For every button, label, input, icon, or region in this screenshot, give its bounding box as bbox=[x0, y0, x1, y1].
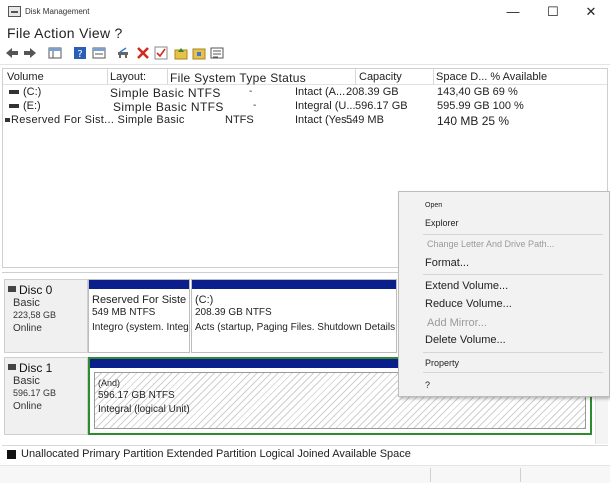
cell-volume: (E:) bbox=[23, 100, 41, 112]
minimize-button[interactable]: — bbox=[494, 2, 532, 22]
menu-bar[interactable]: File Action View ? bbox=[0, 24, 610, 42]
drive-icon bbox=[9, 90, 19, 94]
partition-size: 596.17 GB NTFS bbox=[98, 390, 175, 401]
disk-state: Online bbox=[13, 323, 42, 334]
folder-open-icon[interactable] bbox=[192, 46, 206, 60]
status-divider bbox=[520, 468, 521, 482]
partition-c[interactable]: (C:) 208.39 GB NTFS Acts (startup, Pagin… bbox=[191, 279, 397, 353]
menu-separator bbox=[423, 352, 603, 353]
partition-bar bbox=[89, 280, 189, 289]
column-divider[interactable] bbox=[167, 69, 168, 85]
back-arrow-icon[interactable] bbox=[5, 46, 19, 60]
disk-size: 223,58 GB bbox=[13, 310, 57, 320]
forward-arrow-icon[interactable] bbox=[23, 46, 37, 60]
legend: Unallocated Primary Partition Extended P… bbox=[2, 445, 608, 463]
check-icon[interactable] bbox=[154, 46, 168, 60]
menu-bar-labels[interactable]: File Action View ? bbox=[7, 25, 123, 41]
cell-capacity: 208.39 GB bbox=[346, 86, 399, 98]
menu-item-format[interactable]: Format... bbox=[425, 257, 469, 269]
cell-capacity: 549 MB bbox=[346, 114, 384, 126]
disk-title: Disc 0 bbox=[19, 283, 53, 297]
disk-1-label[interactable]: Disc 1 Basic 596.17 GB Online bbox=[4, 357, 88, 435]
context-menu: Ореп Explorer Change Letter And Drive Pa… bbox=[398, 191, 610, 397]
menu-item-explorer[interactable]: Explorer bbox=[425, 218, 459, 228]
drive-icon bbox=[5, 118, 10, 122]
cell-space: 140 MB 25 % bbox=[437, 114, 510, 128]
menu-item-delete-volume[interactable]: Delete Volume... bbox=[425, 334, 506, 346]
cell-space: 143,40 GB 69 % bbox=[437, 86, 518, 98]
partition-name: (And) bbox=[98, 378, 121, 388]
connect-icon[interactable] bbox=[116, 46, 130, 60]
delete-icon[interactable] bbox=[136, 46, 150, 60]
disk-0-label[interactable]: Disc 0 Basic 223,58 GB Online bbox=[4, 279, 88, 353]
disk-size: 596.17 GB bbox=[13, 388, 57, 398]
table-row[interactable]: (E:) Simple Basic NTFS - Integral (U... … bbox=[3, 100, 607, 114]
properties-icon[interactable] bbox=[92, 46, 106, 60]
cell-fs: - bbox=[253, 100, 257, 111]
partition-status: Acts (startup, Paging Files. Shutdown De… bbox=[195, 322, 396, 333]
column-capacity[interactable]: Capacity bbox=[359, 71, 402, 83]
toolbar: ? bbox=[0, 43, 610, 65]
menu-separator bbox=[423, 234, 603, 235]
menu-separator bbox=[423, 274, 603, 275]
partition-bar bbox=[192, 280, 396, 289]
window-title: Disk Management bbox=[25, 7, 90, 16]
cell-layout: Simple Basic NTFS bbox=[113, 100, 224, 114]
menu-item-extend-volume[interactable]: Extend Volume... bbox=[425, 280, 508, 292]
folder-up-icon[interactable] bbox=[174, 46, 188, 60]
partition-status: Integro (system. Integro bbox=[92, 322, 190, 333]
menu-item-help[interactable]: ? bbox=[425, 380, 430, 390]
cell-space: 595.99 GB 100 % bbox=[437, 100, 524, 112]
cell-fs: - bbox=[249, 86, 253, 97]
column-layout[interactable]: Layout: bbox=[110, 71, 146, 83]
partition-name: Reserved For Siste bbox=[92, 294, 187, 306]
menu-separator bbox=[423, 372, 603, 373]
menu-item-add-mirror[interactable]: Add Mirror... bbox=[427, 317, 487, 329]
column-fs-type-status[interactable]: File System Type Status bbox=[170, 71, 306, 85]
cell-capacity: 596.17 GB bbox=[355, 100, 408, 112]
legend-swatch-unallocated bbox=[7, 450, 16, 459]
legend-text: Unallocated Primary Partition Extended P… bbox=[21, 448, 411, 460]
status-divider bbox=[430, 468, 431, 482]
menu-item-reduce-volume[interactable]: Reduce Volume... bbox=[425, 298, 512, 310]
volume-list-header: Volume Layout: File System Type Status C… bbox=[3, 69, 607, 85]
drive-icon bbox=[9, 104, 19, 108]
disk-state: Online bbox=[13, 401, 42, 412]
disk-icon bbox=[8, 286, 16, 292]
partition-status: Integral (logical Unit) bbox=[98, 404, 190, 415]
menu-item-open[interactable]: Ореп bbox=[425, 202, 442, 209]
help-icon[interactable]: ? bbox=[73, 46, 87, 60]
table-row[interactable]: (C:) Simple Basic NTFS - Intact (A... 20… bbox=[3, 86, 607, 100]
cell-status: Intact (A... bbox=[295, 86, 346, 98]
column-divider[interactable] bbox=[107, 69, 108, 85]
cell-volume: Reserved For Sist... Simple Basic bbox=[11, 114, 185, 126]
menu-item-property[interactable]: Property bbox=[425, 358, 459, 368]
cell-layout: Simple Basic NTFS bbox=[110, 86, 221, 100]
partition-size: 549 MB NTFS bbox=[92, 307, 156, 318]
disk-type: Basic bbox=[13, 375, 40, 387]
maximize-button[interactable]: ☐ bbox=[534, 2, 572, 22]
list-view-icon[interactable] bbox=[210, 46, 224, 60]
menu-item-change-letter[interactable]: Change Letter And Drive Path... bbox=[427, 239, 554, 249]
partition-reserved[interactable]: Reserved For Siste 549 MB NTFS Integro (… bbox=[88, 279, 190, 353]
title-bar: Disk Management — ☐ ✕ bbox=[0, 0, 610, 24]
partition-name: (C:) bbox=[195, 294, 214, 306]
disk-icon bbox=[8, 364, 16, 370]
table-row[interactable]: Reserved For Sist... Simple Basic NTFS I… bbox=[3, 114, 607, 128]
column-space-free[interactable]: Space D... % Available bbox=[436, 71, 547, 83]
svg-text:?: ? bbox=[77, 49, 82, 60]
column-divider[interactable] bbox=[355, 69, 356, 85]
disk-management-icon bbox=[8, 6, 21, 17]
column-volume[interactable]: Volume bbox=[7, 71, 44, 83]
column-divider[interactable] bbox=[433, 69, 434, 85]
disk-type: Basic bbox=[13, 297, 40, 309]
cell-fs: NTFS bbox=[225, 114, 254, 126]
partition-size: 208.39 GB NTFS bbox=[195, 307, 272, 318]
disk-title: Disc 1 bbox=[19, 361, 53, 375]
close-button[interactable]: ✕ bbox=[572, 2, 610, 22]
cell-volume: (C:) bbox=[23, 86, 42, 98]
console-tree-icon[interactable] bbox=[48, 46, 62, 60]
cell-status: Integral (U... bbox=[295, 100, 356, 112]
status-bar bbox=[0, 465, 610, 483]
